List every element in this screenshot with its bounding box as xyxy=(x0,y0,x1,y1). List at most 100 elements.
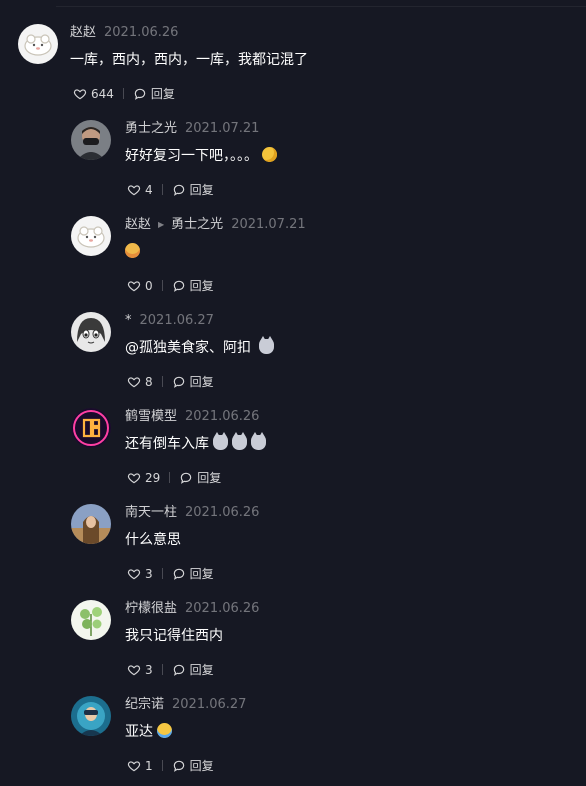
comment-body: 好好复习一下吧，。。。 xyxy=(125,148,258,164)
like-button[interactable]: 1 xyxy=(127,757,153,775)
avatar[interactable] xyxy=(71,216,111,256)
reply-label: 回复 xyxy=(189,374,214,389)
avatar[interactable] xyxy=(71,600,111,640)
like-button[interactable]: 3 xyxy=(127,565,153,583)
comment-body: 还有倒车入库 xyxy=(125,436,209,452)
comment-meta: 柠檬很盐 2021.06.26 xyxy=(125,600,259,618)
author-name[interactable]: 柠檬很盐 xyxy=(125,601,177,616)
reply-label: 回复 xyxy=(150,86,175,101)
heart-icon xyxy=(127,760,141,771)
reply-bubble-icon xyxy=(173,760,184,772)
comment-actions: 3 回复 xyxy=(127,660,214,678)
neon-logo-avatar-icon xyxy=(71,408,111,448)
comment-date: 2021.06.26 xyxy=(185,601,260,616)
reply-button[interactable]: 回复 xyxy=(172,661,214,679)
reply-button[interactable]: 回复 xyxy=(172,181,214,199)
avatar[interactable] xyxy=(71,120,111,160)
reply-label: 回复 xyxy=(189,278,214,293)
comment-actions: 3 回复 xyxy=(127,564,214,582)
comment-date: 2021.06.27 xyxy=(139,313,214,328)
emoji-cat-icon xyxy=(232,432,247,450)
avatar[interactable] xyxy=(71,696,111,736)
action-divider xyxy=(161,664,163,675)
heart-icon xyxy=(73,88,87,99)
comment-meta: * 2021.06.27 xyxy=(125,312,214,330)
reply-bubble-icon xyxy=(134,88,146,100)
reply-button[interactable]: 回复 xyxy=(172,373,214,391)
reply-to-name[interactable]: 勇士之光 xyxy=(171,217,223,232)
reply-bubble-icon xyxy=(173,664,184,676)
like-count: 29 xyxy=(145,470,161,485)
heart-icon xyxy=(127,664,141,675)
reply-label: 回复 xyxy=(189,182,214,197)
comment-meta: 南天一柱 2021.06.26 xyxy=(125,504,259,522)
reply-button[interactable]: 回复 xyxy=(133,85,175,103)
emoji-face-icon xyxy=(125,243,140,258)
comment-body: 亚达 xyxy=(125,724,153,740)
anime-girl-avatar-icon xyxy=(71,312,111,352)
like-count: 644 xyxy=(91,86,114,101)
reply-button[interactable]: 回复 xyxy=(172,565,214,583)
avatar[interactable] xyxy=(18,24,58,64)
like-count: 3 xyxy=(145,662,153,677)
reply-button[interactable]: 回复 xyxy=(172,757,214,775)
comment-actions: 8 回复 xyxy=(127,372,214,390)
heart-icon xyxy=(127,376,141,387)
reply-bubble-icon xyxy=(181,472,192,484)
emoji-cat-icon xyxy=(259,336,275,354)
reply-label: 回复 xyxy=(197,470,222,485)
author-name[interactable]: 赵赵 xyxy=(125,217,151,232)
avatar[interactable] xyxy=(71,312,111,352)
like-button[interactable]: 8 xyxy=(127,373,153,391)
avatar[interactable] xyxy=(71,408,111,448)
cloud-mascot-avatar-icon xyxy=(71,216,111,256)
reply-bubble-icon xyxy=(173,568,184,580)
like-count: 3 xyxy=(145,566,153,581)
comment-body: 我只记得住西内 xyxy=(125,628,223,644)
heart-icon xyxy=(127,280,141,291)
reply-button[interactable]: 回复 xyxy=(172,277,214,295)
like-button[interactable]: 0 xyxy=(127,277,153,295)
action-divider xyxy=(161,184,163,195)
like-button[interactable]: 3 xyxy=(127,661,153,679)
cloud-mascot-avatar-icon xyxy=(18,24,58,64)
comment-text: 还有倒车入库 xyxy=(125,432,266,454)
comment-text: 什么意思 xyxy=(125,530,181,550)
like-button[interactable]: 644 xyxy=(73,85,114,103)
comment-meta: 赵赵 2021.06.26 xyxy=(70,24,178,42)
action-divider xyxy=(122,88,124,99)
comment-meta: 纪宗诺 2021.06.27 xyxy=(125,696,246,714)
comment-text: 亚达 xyxy=(125,722,172,742)
author-name[interactable]: 纪宗诺 xyxy=(125,697,164,712)
masked-man-avatar-icon xyxy=(71,120,111,160)
comment-date: 2021.06.26 xyxy=(185,409,260,424)
comment-actions: 644 回复 xyxy=(73,84,175,102)
avatar[interactable] xyxy=(71,504,111,544)
like-button[interactable]: 4 xyxy=(127,181,153,199)
action-divider xyxy=(161,280,163,291)
comment-body: 一库，西内，西内，一库，我都记混了 xyxy=(70,52,308,68)
action-divider xyxy=(169,472,171,483)
emoji-cat-icon xyxy=(213,432,228,450)
author-name[interactable]: 南天一柱 xyxy=(125,505,177,520)
author-name[interactable]: 鹤雪模型 xyxy=(125,409,177,424)
action-divider xyxy=(161,568,163,579)
reply-button[interactable]: 回复 xyxy=(179,469,221,487)
reply-label: 回复 xyxy=(189,566,214,581)
plant-avatar-icon xyxy=(71,600,111,640)
emoji-cat-icon xyxy=(251,432,266,450)
comment-actions: 29 回复 xyxy=(127,468,221,486)
comment-date: 2021.06.26 xyxy=(185,505,260,520)
like-count: 8 xyxy=(145,374,153,389)
author-name[interactable]: 赵赵 xyxy=(70,25,96,40)
top-divider xyxy=(56,6,586,7)
reply-bubble-icon xyxy=(173,376,184,388)
comment-meta: 鹤雪模型 2021.06.26 xyxy=(125,408,259,426)
author-name[interactable]: 勇士之光 xyxy=(125,121,177,136)
heart-icon xyxy=(127,184,141,195)
comment-text: 好好复习一下吧，。。。 xyxy=(125,146,277,166)
comment-date: 2021.07.21 xyxy=(231,217,306,232)
comment-date: 2021.06.27 xyxy=(172,697,247,712)
author-name[interactable]: * xyxy=(125,313,132,328)
like-button[interactable]: 29 xyxy=(127,469,160,487)
